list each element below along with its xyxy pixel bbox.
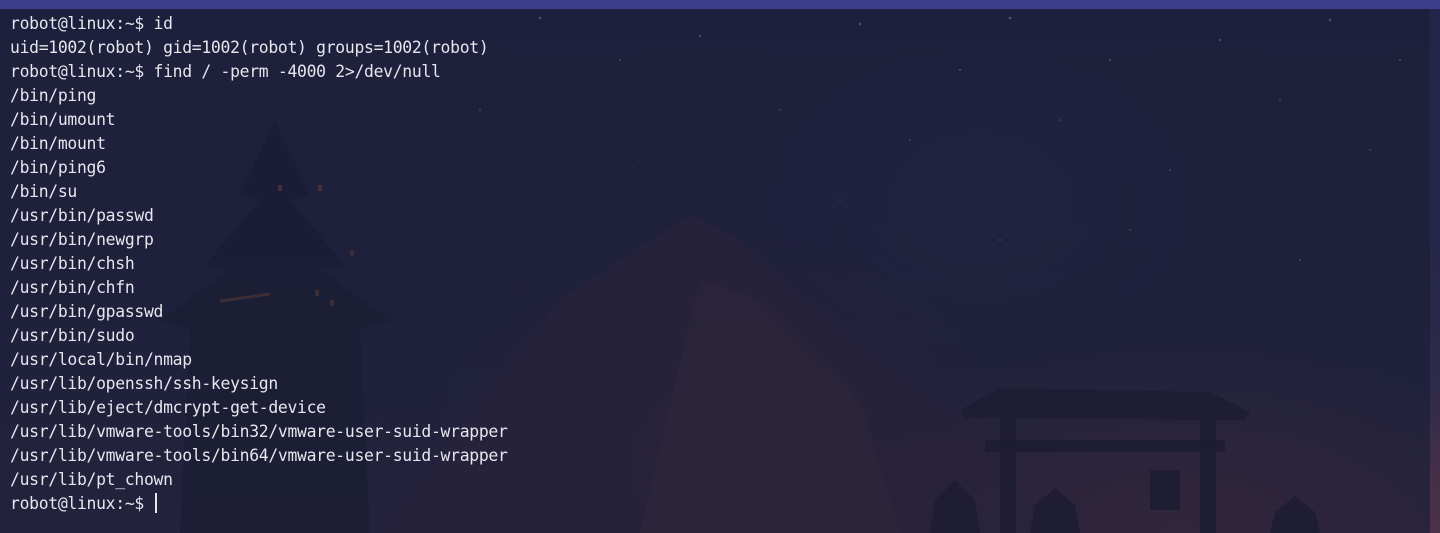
terminal-line: /usr/bin/newgrp xyxy=(10,230,154,249)
terminal-line: /usr/bin/chfn xyxy=(10,278,135,297)
terminal-line: /usr/bin/chsh xyxy=(10,254,135,273)
terminal-line: /usr/lib/eject/dmcrypt-get-device xyxy=(10,398,326,417)
desktop: robot@linux:~$ id uid=1002(robot) gid=10… xyxy=(0,0,1440,533)
shell-prompt: robot@linux:~$ xyxy=(10,494,154,513)
text-cursor xyxy=(154,493,157,513)
terminal-line: robot@linux:~$ find / -perm -4000 2>/dev… xyxy=(10,62,441,81)
terminal-window[interactable]: robot@linux:~$ id uid=1002(robot) gid=10… xyxy=(0,9,1430,533)
terminal-line: /bin/ping xyxy=(10,86,97,105)
terminal-line: /usr/bin/sudo xyxy=(10,326,135,345)
terminal-line: /bin/ping6 xyxy=(10,158,106,177)
terminal-line: /usr/lib/vmware-tools/bin32/vmware-user-… xyxy=(10,422,508,441)
top-panel xyxy=(0,0,1440,9)
terminal-prompt-line[interactable]: robot@linux:~$ xyxy=(10,492,1430,516)
terminal-line: robot@linux:~$ id xyxy=(10,14,173,33)
terminal-line: /usr/local/bin/nmap xyxy=(10,350,192,369)
terminal-line: /usr/lib/openssh/ssh-keysign xyxy=(10,374,278,393)
terminal-line: /bin/mount xyxy=(10,134,106,153)
terminal-line: uid=1002(robot) gid=1002(robot) groups=1… xyxy=(10,38,489,57)
terminal-line: /usr/lib/pt_chown xyxy=(10,470,173,489)
terminal-line: /usr/lib/vmware-tools/bin64/vmware-user-… xyxy=(10,446,508,465)
terminal-line: /usr/bin/passwd xyxy=(10,206,154,225)
terminal-line: /bin/umount xyxy=(10,110,116,129)
terminal-line: /usr/bin/gpasswd xyxy=(10,302,164,321)
terminal-line: /bin/su xyxy=(10,182,77,201)
